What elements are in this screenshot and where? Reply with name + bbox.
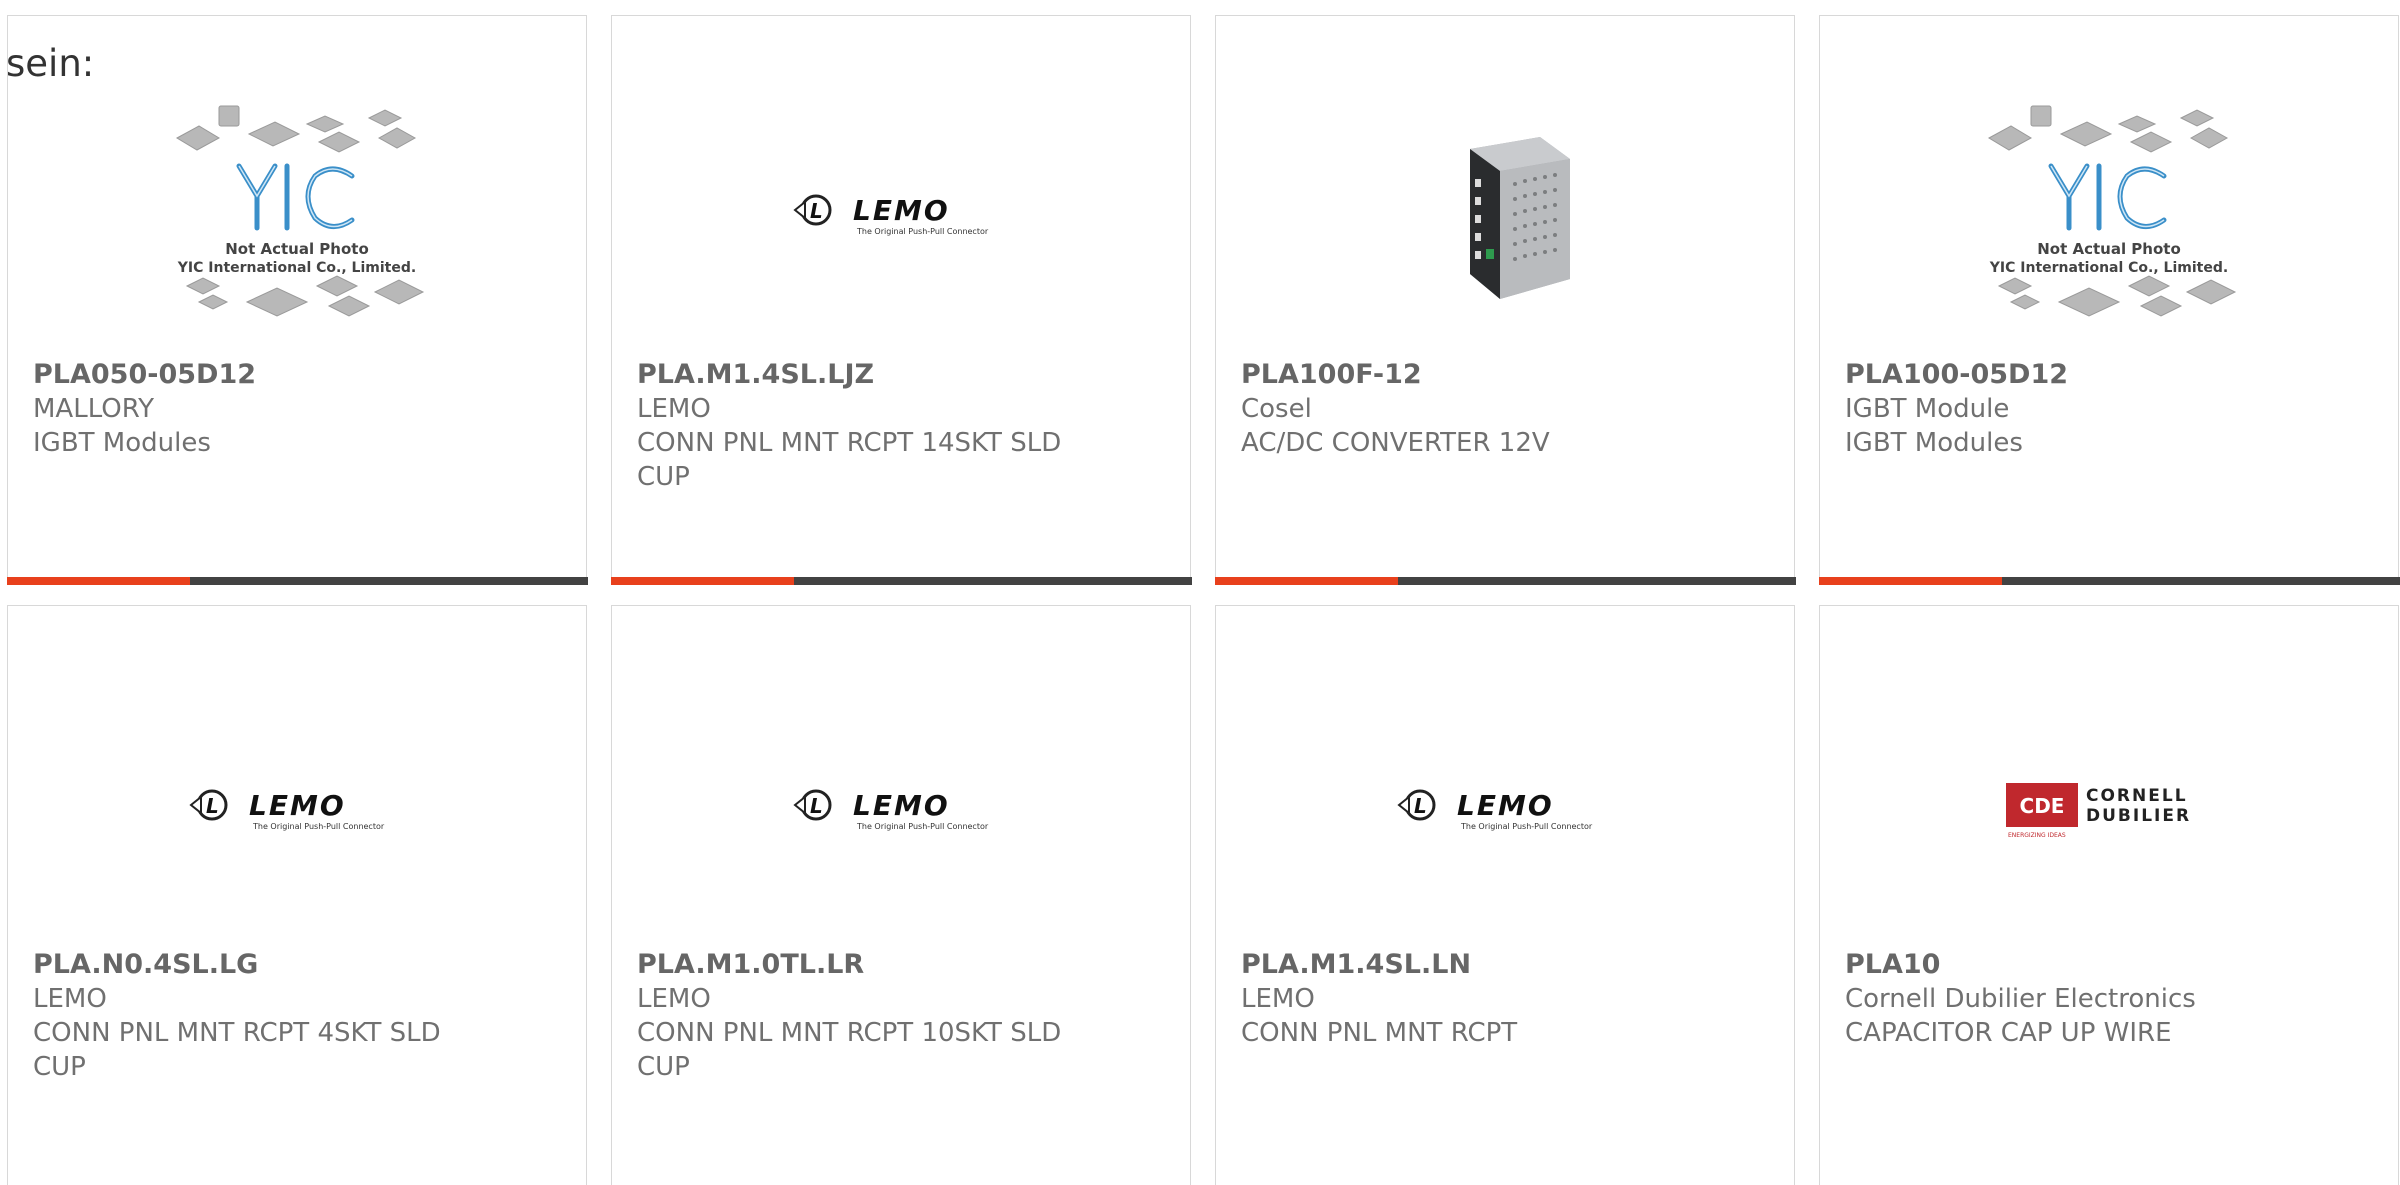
svg-text:L: L [1414, 794, 1427, 818]
svg-text:L: L [810, 794, 823, 818]
lemo-wordmark: LEMO [1457, 789, 1554, 822]
manufacturer: LEMO [637, 984, 711, 1014]
description: AC/DC CONVERTER 12V [1241, 428, 1550, 458]
lemo-wordmark: LEMO [853, 789, 950, 822]
card-bottom-bar [1214, 577, 1796, 585]
description: CAPACITOR CAP UP WIRE [1845, 1018, 2172, 1048]
part-number[interactable]: PLA10 [1845, 948, 2365, 982]
card-bottom-bar [1818, 577, 2400, 585]
part-number[interactable]: PLA.M1.0TL.LR [637, 948, 1157, 982]
product-image[interactable]: Not Actual Photo YIC International Co., … [1820, 86, 2398, 346]
card-accent-bar [6, 577, 190, 585]
description: CONN PNL MNT RCPT 10SKT SLD CUP [637, 1018, 1062, 1082]
product-image[interactable]: Not Actual Photo YIC International Co., … [8, 86, 586, 346]
part-number[interactable]: PLA050-05D12 [33, 358, 553, 392]
manufacturer: LEMO [1241, 984, 1315, 1014]
product-image[interactable]: CDE ENERGIZING IDEAS CORNELL DUBILIER [1820, 676, 2398, 946]
product-card[interactable]: L LEMO The Original Push-Pull Connector … [1215, 605, 1795, 1185]
lemo-tagline: The Original Push-Pull Connector [856, 822, 989, 831]
product-image[interactable]: L LEMO The Original Push-Pull Connector [612, 86, 1190, 346]
product-image[interactable]: L LEMO The Original Push-Pull Connector [1216, 676, 1794, 946]
lemo-tagline: The Original Push-Pull Connector [252, 822, 385, 831]
part-number[interactable]: PLA.N0.4SL.LG [33, 948, 553, 982]
manufacturer: Cornell Dubilier Electronics [1845, 984, 2196, 1014]
manufacturer: Cosel [1241, 394, 1312, 424]
placeholder-line-1: Not Actual Photo [225, 240, 369, 258]
lemo-logo: L LEMO The Original Push-Pull Connector [793, 789, 989, 831]
card-accent-bar [1214, 577, 1398, 585]
cde-tagline: ENERGIZING IDEAS [2008, 832, 2066, 839]
product-grid: Not Actual Photo YIC International Co., … [0, 0, 2400, 1185]
manufacturer: IGBT Module [1845, 394, 2010, 424]
lemo-logo: L LEMO The Original Push-Pull Connector [793, 194, 989, 236]
card-bottom-bar [6, 577, 588, 585]
lemo-tagline: The Original Push-Pull Connector [856, 227, 989, 236]
yic-placeholder-image: Not Actual Photo YIC International Co., … [175, 105, 425, 317]
card-bottom-bar [610, 577, 1192, 585]
lemo-logo: L LEMO The Original Push-Pull Connector [189, 789, 385, 831]
description: CONN PNL MNT RCPT 4SKT SLD CUP [33, 1018, 441, 1082]
cde-line-2: DUBILIER [2086, 806, 2191, 826]
part-number[interactable]: PLA.M1.4SL.LJZ [637, 358, 1157, 392]
product-card[interactable]: L LEMO The Original Push-Pull Connector … [610, 15, 1192, 585]
placeholder-line-2: YIC International Co., Limited. [177, 260, 416, 276]
description: IGBT Modules [1845, 428, 2023, 458]
product-card[interactable]: L LEMO The Original Push-Pull Connector … [7, 605, 587, 1185]
part-number[interactable]: PLA100-05D12 [1845, 358, 2365, 392]
product-card[interactable]: PLA100F-12 Cosel AC/DC CONVERTER 12V [1214, 15, 1796, 585]
placeholder-line-1: Not Actual Photo [2037, 240, 2181, 258]
product-card[interactable]: Not Actual Photo YIC International Co., … [1818, 15, 2400, 585]
product-image[interactable]: L LEMO The Original Push-Pull Connector [8, 676, 586, 946]
part-number[interactable]: PLA.M1.4SL.LN [1241, 948, 1761, 982]
product-card[interactable]: CDE ENERGIZING IDEAS CORNELL DUBILIER PL… [1819, 605, 2399, 1185]
intro-text: sein: [6, 42, 95, 85]
cde-logo: CDE ENERGIZING IDEAS CORNELL DUBILIER [2006, 783, 2191, 839]
card-accent-bar [610, 577, 794, 585]
product-card[interactable]: Not Actual Photo YIC International Co., … [6, 15, 588, 585]
placeholder-line-2: YIC International Co., Limited. [1989, 260, 2228, 276]
lemo-wordmark: LEMO [853, 194, 950, 227]
product-card[interactable]: L LEMO The Original Push-Pull Connector … [611, 605, 1191, 1185]
manufacturer: MALLORY [33, 394, 155, 424]
product-image[interactable]: L LEMO The Original Push-Pull Connector [612, 676, 1190, 946]
power-supply-photo [1470, 136, 1570, 299]
cde-badge-text: CDE [2020, 794, 2065, 818]
card-accent-bar [1818, 577, 2002, 585]
description: CONN PNL MNT RCPT 14SKT SLD CUP [637, 428, 1062, 492]
lemo-tagline: The Original Push-Pull Connector [1460, 822, 1593, 831]
manufacturer: LEMO [637, 394, 711, 424]
description: IGBT Modules [33, 428, 211, 458]
description: CONN PNL MNT RCPT [1241, 1018, 1518, 1048]
svg-text:L: L [810, 199, 823, 223]
lemo-logo: L LEMO The Original Push-Pull Connector [1397, 789, 1593, 831]
part-number[interactable]: PLA100F-12 [1241, 358, 1761, 392]
product-image[interactable] [1216, 86, 1794, 346]
cde-line-1: CORNELL [2086, 786, 2188, 806]
lemo-wordmark: LEMO [249, 789, 346, 822]
svg-text:L: L [206, 794, 219, 818]
yic-placeholder-image: Not Actual Photo YIC International Co., … [1987, 105, 2237, 317]
manufacturer: LEMO [33, 984, 107, 1014]
